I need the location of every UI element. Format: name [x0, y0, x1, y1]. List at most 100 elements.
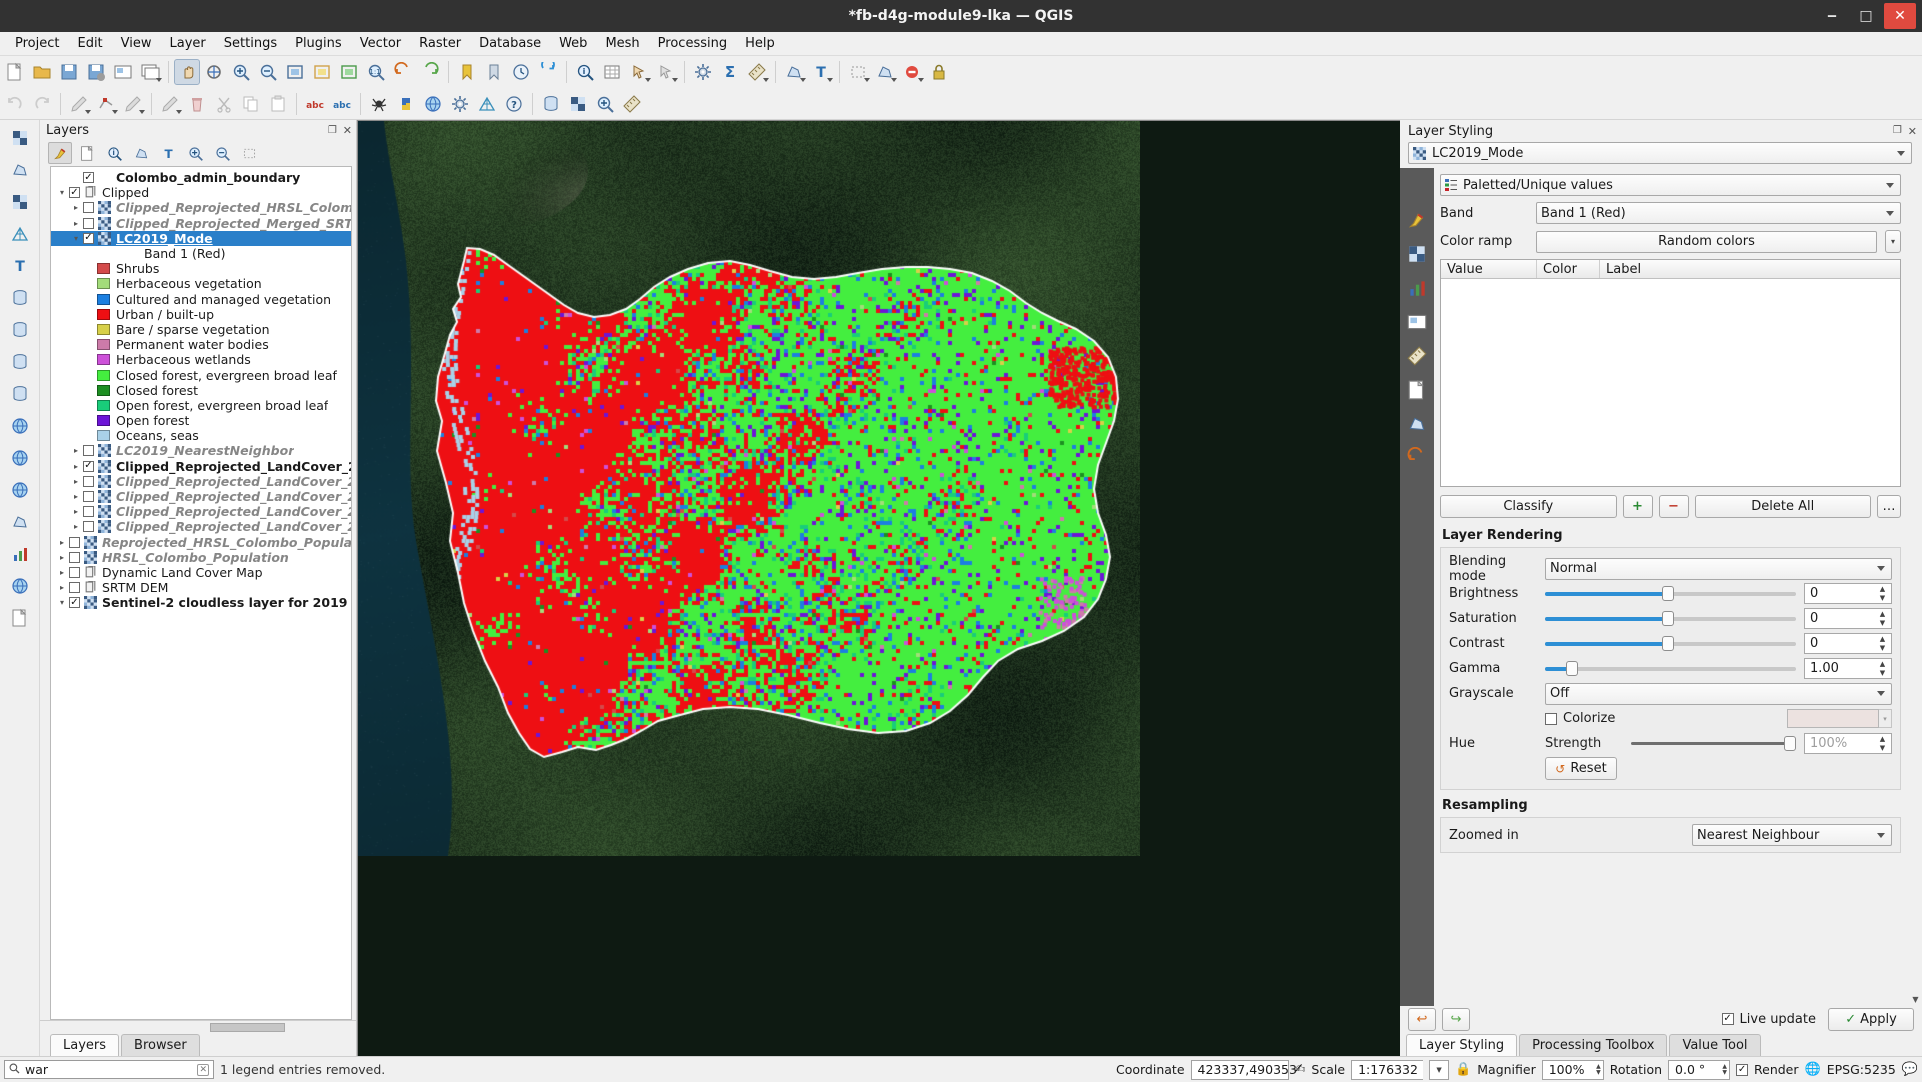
expand-arrow-icon[interactable]: ▸	[69, 522, 83, 531]
saturation-slider[interactable]	[1545, 610, 1796, 628]
layer-visibility-checkbox[interactable]	[83, 217, 94, 229]
locator-search-value[interactable]: war	[25, 1062, 192, 1077]
new-bookmark-icon[interactable]	[454, 59, 480, 85]
legend-entry-cultured-and-managed-vegetation[interactable]: Cultured and managed vegetation	[51, 292, 351, 307]
contrast-spinbox[interactable]: 0 ▲ ▼	[1804, 633, 1892, 654]
legend-entry-oceans-seas[interactable]: Oceans, seas	[51, 428, 351, 443]
menu-item-edit[interactable]: Edit	[68, 33, 111, 54]
grayscale-combo[interactable]: Off	[1545, 682, 1892, 705]
layer-tree-item-lc2019-nearestneighbor[interactable]: ▸ LC2019_NearestNeighbor	[51, 443, 351, 458]
layer-visibility-checkbox[interactable]: ✓	[69, 187, 80, 199]
measure-2-icon[interactable]	[619, 91, 645, 117]
column-header-label[interactable]: Label	[1600, 260, 1900, 278]
colorize-color-menu[interactable]: ▾	[1879, 709, 1892, 728]
georeferencer-icon[interactable]	[366, 91, 392, 117]
legend-entry-shrubs[interactable]: Shrubs	[51, 261, 351, 276]
copy-features-icon[interactable]	[238, 91, 264, 117]
add-oracle-layer-icon[interactable]	[5, 380, 35, 408]
zoom-last-icon[interactable]	[390, 59, 416, 85]
panel-tab-browser[interactable]: Browser	[121, 1034, 200, 1056]
toggle-editing-icon[interactable]	[66, 91, 92, 117]
styling-tab-pyramids-icon[interactable]	[1405, 344, 1429, 368]
spinner-arrows-icon[interactable]: ▲ ▼	[1876, 585, 1889, 602]
layer-tree-item-clipped-reprojected-landcover-2017[interactable]: ▸ Clipped_Reprojected_LandCover_2017	[51, 489, 351, 504]
expand-arrow-icon[interactable]: ▸	[69, 492, 83, 501]
layer-tree-item-clipped[interactable]: ▾ ✓ Clipped	[51, 185, 351, 200]
menu-item-plugins[interactable]: Plugins	[286, 33, 351, 54]
legend-entry-herbaceous-vegetation[interactable]: Herbaceous vegetation	[51, 276, 351, 291]
layer-tree-item-clipped-reprojected-hrsl-colombo-po[interactable]: ▸ Clipped_Reprojected_HRSL_Colombo_Po	[51, 200, 351, 215]
expand-all-icon[interactable]	[183, 142, 207, 164]
layer-visibility-checkbox[interactable]: ✓	[69, 597, 80, 609]
help-contents-icon[interactable]: ?	[501, 91, 527, 117]
spinner-arrows-icon[interactable]: ▲ ▼	[1596, 1063, 1601, 1076]
scale-dropdown-button[interactable]: ▼	[1429, 1059, 1450, 1080]
rotation-field[interactable]: 0.0 ° ▲ ▼	[1668, 1059, 1731, 1080]
new-print-layout-icon[interactable]	[110, 59, 136, 85]
layer-tree-item-clipped-reprojected-landcover-2018[interactable]: ▸ Clipped_Reprojected_LandCover_2018	[51, 474, 351, 489]
legend-entry-bare-sparse-vegetation[interactable]: Bare / sparse vegetation	[51, 322, 351, 337]
undock-icon[interactable]: ❐	[1893, 125, 1902, 138]
collapse-arrow-icon[interactable]: ▾	[55, 188, 69, 197]
close-button[interactable]: ✕	[1884, 3, 1916, 29]
chevron-down-icon[interactable]	[918, 78, 924, 82]
map-canvas[interactable]	[357, 120, 1400, 1056]
open-data-source-manager-icon[interactable]	[5, 124, 35, 152]
spinner-arrows-icon[interactable]: ▲ ▼	[1876, 660, 1889, 677]
layer-tree-hscrollbar[interactable]	[40, 1020, 356, 1032]
menu-item-web[interactable]: Web	[550, 33, 596, 54]
label-red-icon[interactable]: abc	[302, 91, 328, 117]
strength-spinbox[interactable]: 100% ▲ ▼	[1804, 733, 1892, 754]
layer-visibility-checkbox[interactable]	[69, 566, 80, 578]
spinner-arrows-icon[interactable]: ▲ ▼	[1876, 635, 1889, 652]
chevron-down-icon[interactable]	[672, 78, 678, 82]
close-panel-icon[interactable]: ✕	[1908, 125, 1917, 138]
styling-tab-metadata-icon[interactable]	[1405, 378, 1429, 402]
layer-tree-item-clipped-reprojected-landcover-2015[interactable]: ▸ Clipped_Reprojected_LandCover_2015	[51, 519, 351, 534]
chevron-down-icon[interactable]	[827, 78, 833, 82]
collapse-arrow-icon[interactable]: ▾	[69, 234, 83, 243]
render-checkbox[interactable]: ✓	[1736, 1063, 1749, 1076]
pan-to-selection-icon[interactable]	[201, 59, 227, 85]
processing-toolbox-icon[interactable]	[447, 91, 473, 117]
show-bookmarks-icon[interactable]	[481, 59, 507, 85]
add-group-icon[interactable]	[75, 142, 99, 164]
minimize-button[interactable]: ‒	[1816, 3, 1848, 29]
filter-legend-expression-icon[interactable]: T	[156, 142, 180, 164]
messages-icon[interactable]: 💬	[1902, 1062, 1918, 1077]
delete-selected-icon[interactable]	[184, 91, 210, 117]
zoom-layer-2-icon[interactable]	[592, 91, 618, 117]
scale-field[interactable]: 1:176332	[1351, 1059, 1424, 1080]
chevron-down-icon[interactable]	[176, 109, 182, 114]
chevron-down-icon[interactable]	[85, 109, 91, 114]
layer-combo[interactable]: LC2019_Mode	[1408, 142, 1912, 164]
class-table-body[interactable]	[1441, 279, 1900, 486]
measure-icon[interactable]	[744, 59, 770, 85]
new-project-icon[interactable]	[2, 59, 28, 85]
expand-arrow-icon[interactable]: ▸	[69, 507, 83, 516]
expand-arrow-icon[interactable]: ▸	[55, 583, 69, 592]
blending-combo[interactable]: Normal	[1545, 557, 1892, 580]
new-map-view-icon[interactable]	[781, 59, 807, 85]
column-header-value[interactable]: Value	[1441, 260, 1537, 278]
layer-visibility-checkbox[interactable]	[83, 202, 94, 214]
zoom-to-selection-icon[interactable]	[309, 59, 335, 85]
dock-tab-processing-toolbox[interactable]: Processing Toolbox	[1519, 1034, 1668, 1056]
add-arcgis-layer-icon[interactable]	[5, 572, 35, 600]
crs-label[interactable]: EPSG:5235	[1827, 1062, 1896, 1077]
temporal-controller-icon[interactable]	[508, 59, 534, 85]
maximize-button[interactable]: □	[1850, 3, 1882, 29]
save-layer-edits-icon[interactable]	[93, 91, 119, 117]
chevron-down-icon[interactable]	[112, 109, 118, 114]
layer-visibility-checkbox[interactable]	[69, 551, 80, 563]
expand-arrow-icon[interactable]: ▸	[55, 568, 69, 577]
legend-entry-permanent-water-bodies[interactable]: Permanent water bodies	[51, 337, 351, 352]
menu-item-processing[interactable]: Processing	[649, 33, 736, 54]
clear-search-icon[interactable]: ✕	[197, 1063, 209, 1076]
close-panel-icon[interactable]: ✕	[343, 124, 352, 137]
add-vector-tile-layer-icon[interactable]	[5, 508, 35, 536]
menu-item-settings[interactable]: Settings	[215, 33, 286, 54]
strength-slider[interactable]	[1631, 735, 1796, 753]
expand-arrow-icon[interactable]: ▸	[69, 446, 83, 455]
remove-layer-icon[interactable]	[237, 142, 261, 164]
